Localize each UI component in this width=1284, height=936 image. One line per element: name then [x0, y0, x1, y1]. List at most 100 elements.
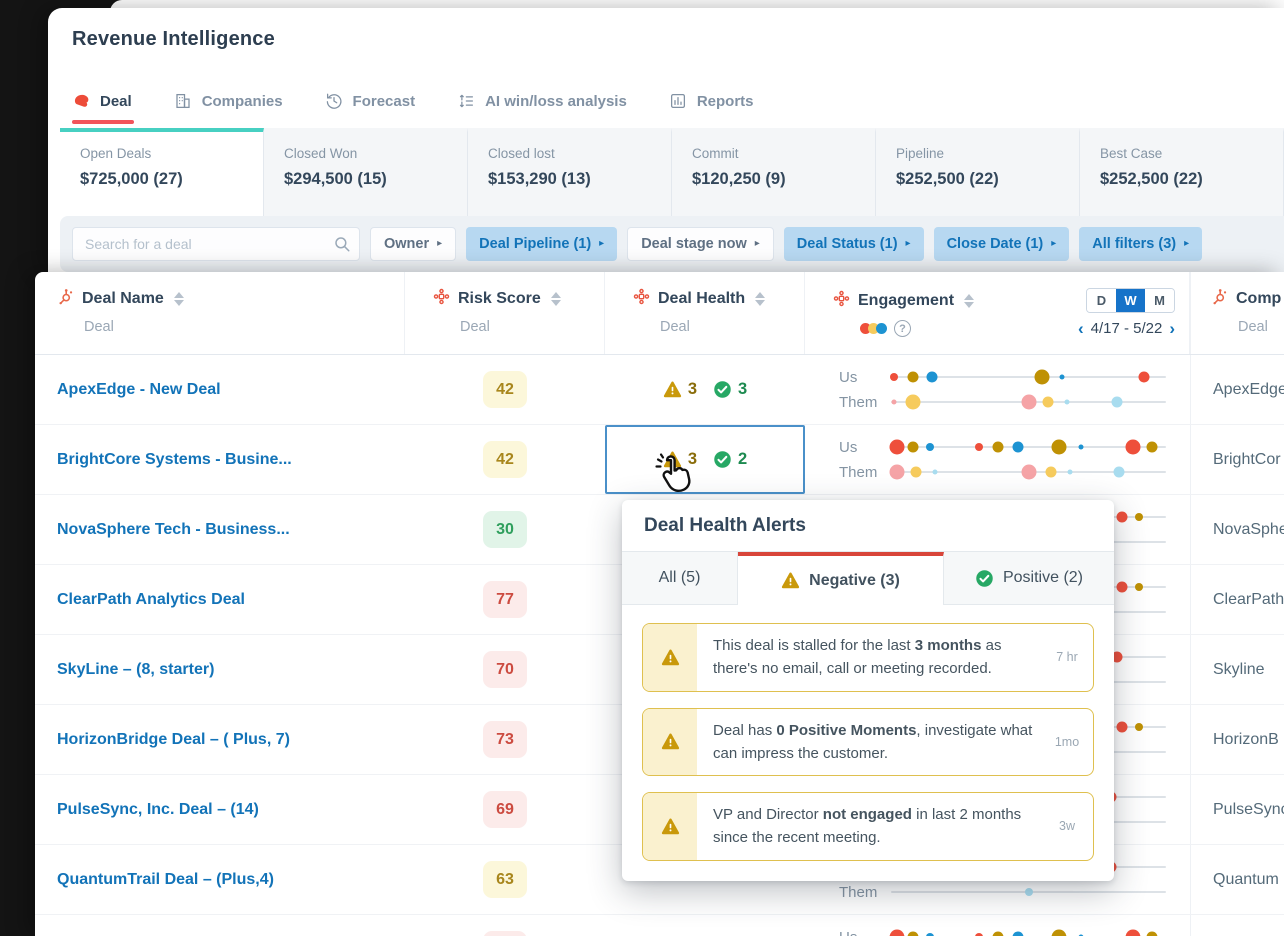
deal-name-link[interactable]: HorizonBridge Deal – ( Plus, 7): [57, 731, 290, 749]
popup-tab-all-5-[interactable]: All (5): [622, 552, 738, 605]
table-row: ApexEdge - New Deal4233UsThemApexEdge: [35, 355, 1284, 425]
company-name: BrightCor: [1213, 451, 1281, 469]
summary-card-open-deals[interactable]: Open Deals$725,000 (27): [60, 128, 264, 216]
filter-chip-all-filters-3-[interactable]: All filters (3) ▸: [1079, 227, 1202, 261]
deal-name-link[interactable]: ApexEdge - New Deal: [57, 381, 221, 399]
alert-card[interactable]: Deal has 0 Positive Moments, investigate…: [642, 708, 1094, 777]
engagement-dot: [1067, 470, 1072, 475]
chevron-right-icon[interactable]: ›: [1169, 320, 1175, 337]
summary-card-commit[interactable]: Commit$120,250 (9): [672, 128, 876, 216]
engagement-dot: [1021, 395, 1036, 410]
engagement-dot: [889, 440, 904, 455]
warning-icon: [781, 571, 800, 590]
custom-property-icon: [433, 288, 450, 310]
nav-tab-forecast[interactable]: Forecast: [325, 92, 416, 111]
deal-name-cell: BrightCore Systems - Busine...: [35, 425, 405, 494]
popup-tab-label: All (5): [659, 569, 701, 587]
column-header-deal-name[interactable]: Deal Name Deal: [35, 272, 405, 354]
engagement-dot: [908, 932, 919, 936]
period-option-d[interactable]: D: [1087, 289, 1116, 312]
alert-text: This deal is stalled for the last 3 mont…: [697, 624, 1041, 691]
engagement-dot: [1012, 442, 1023, 453]
search-input[interactable]: [72, 227, 360, 261]
card-value: $153,290 (13): [488, 170, 651, 189]
filter-chip-close-date-1-[interactable]: Close Date (1)▸: [934, 227, 1070, 261]
sort-icon[interactable]: [964, 294, 974, 308]
sort-icon[interactable]: [755, 292, 765, 306]
summary-card-closed-lost[interactable]: Closed lost$153,290 (13): [468, 128, 672, 216]
nav-tab-ai-win-loss-analysis[interactable]: AI win/loss analysis: [457, 92, 627, 111]
sort-icon[interactable]: [551, 292, 561, 306]
engagement-dot: [1051, 440, 1066, 455]
popup-tab-negative-3-[interactable]: Negative (3): [738, 552, 944, 605]
engagement-dot: [891, 400, 896, 405]
column-header-company[interactable]: Comp Deal: [1190, 272, 1284, 354]
sort-icon[interactable]: [174, 292, 184, 306]
deal-name-link[interactable]: QuantumTrail Deal – (Plus,4): [57, 871, 274, 889]
column-header-deal-health[interactable]: Deal Health Deal: [605, 272, 805, 354]
company-cell: HorizonB: [1190, 705, 1284, 774]
engagement-them-line: Them: [839, 394, 1166, 410]
company-cell: ClearPath: [1190, 565, 1284, 634]
period-option-m[interactable]: M: [1145, 289, 1174, 312]
deal-name-link[interactable]: NovaSphere Tech - Business...: [57, 521, 290, 539]
filter-chip-label: All filters (3): [1092, 236, 1176, 252]
deal-health-cell[interactable]: 32: [605, 425, 805, 494]
engagement-us-track: [891, 376, 1166, 378]
check-icon: [975, 569, 994, 588]
date-range-nav: ‹ 4/17 - 5/22 ›: [1078, 320, 1175, 337]
column-header-engagement[interactable]: Engagement DWM ? ‹ 4/17 - 5/22 ›: [805, 272, 1190, 354]
engagement-dot: [1117, 512, 1128, 523]
engagement-cell: UsThem: [805, 355, 1190, 424]
column-title: Comp: [1236, 290, 1281, 308]
summary-card-best-case[interactable]: Best Case$252,500 (22): [1080, 128, 1284, 216]
engagement-us-label: Us: [839, 439, 891, 456]
deal-health-cell[interactable]: [605, 915, 805, 936]
alert-card[interactable]: VP and Director not engaged in last 2 mo…: [642, 792, 1094, 861]
nav-tab-label: Reports: [697, 93, 754, 110]
filter-chip-label: Owner: [384, 236, 429, 252]
risk-score-cell: [405, 915, 605, 936]
deal-name-link[interactable]: PulseSync, Inc. Deal – (14): [57, 801, 259, 819]
filter-chip-deal-stage-now[interactable]: Deal stage now▸: [627, 227, 774, 261]
nav-tab-reports[interactable]: Reports: [669, 92, 754, 111]
alert-card[interactable]: This deal is stalled for the last 3 mont…: [642, 623, 1094, 692]
nav-tab-companies[interactable]: Companies: [174, 92, 283, 111]
engagement-dot: [1135, 513, 1143, 521]
deal-name-link[interactable]: SkyLine – (8, starter): [57, 661, 214, 679]
clock-icon: [325, 92, 344, 111]
engagement-dot: [908, 442, 919, 453]
deal-name-cell: PulseSync, Inc. Deal – (14): [35, 775, 405, 844]
company-name: PulseSync: [1213, 801, 1284, 819]
summary-card-pipeline[interactable]: Pipeline$252,500 (22): [876, 128, 1080, 216]
filter-chip-owner[interactable]: Owner▸: [370, 227, 456, 261]
popup-tab-label: Negative (3): [809, 572, 900, 590]
company-name: ClearPath: [1213, 591, 1284, 609]
filter-chip-deal-pipeline-1-[interactable]: Deal Pipeline (1)▸: [466, 227, 617, 261]
summary-card-closed-won[interactable]: Closed Won$294,500 (15): [264, 128, 468, 216]
popup-tab-positive-2-[interactable]: Positive (2): [944, 552, 1114, 605]
filter-chip-label: Deal stage now: [641, 236, 747, 252]
column-subtitle: Deal: [1238, 319, 1284, 335]
column-header-risk-score[interactable]: Risk Score Deal: [405, 272, 605, 354]
chevron-left-icon[interactable]: ‹: [1078, 320, 1084, 337]
help-icon[interactable]: ?: [894, 320, 911, 337]
negative-count: 3: [688, 450, 697, 469]
nav-tab-deal[interactable]: Deal: [72, 92, 132, 111]
filter-chip-deal-status-1-[interactable]: Deal Status (1)▸: [784, 227, 924, 261]
company-cell: NovaSphe: [1190, 495, 1284, 564]
nav-tab-label: Companies: [202, 93, 283, 110]
building-icon: [174, 92, 193, 111]
engagement-dot: [910, 467, 921, 478]
deal-name-cell: ApexEdge - New Deal: [35, 355, 405, 424]
negative-alert-stat: 3: [663, 450, 697, 469]
period-option-w[interactable]: W: [1116, 289, 1145, 312]
check-icon: [713, 380, 732, 399]
summary-cards: Open Deals$725,000 (27)Closed Won$294,50…: [60, 128, 1284, 216]
risk-score-badge: 42: [483, 371, 527, 408]
deal-name-link[interactable]: ClearPath Analytics Deal: [57, 591, 245, 609]
table-row: UsThem: [35, 915, 1284, 936]
deal-name-link[interactable]: BrightCore Systems - Busine...: [57, 451, 292, 469]
caret-right-icon: ▸: [1184, 239, 1189, 249]
deal-health-cell[interactable]: 33: [605, 355, 805, 424]
